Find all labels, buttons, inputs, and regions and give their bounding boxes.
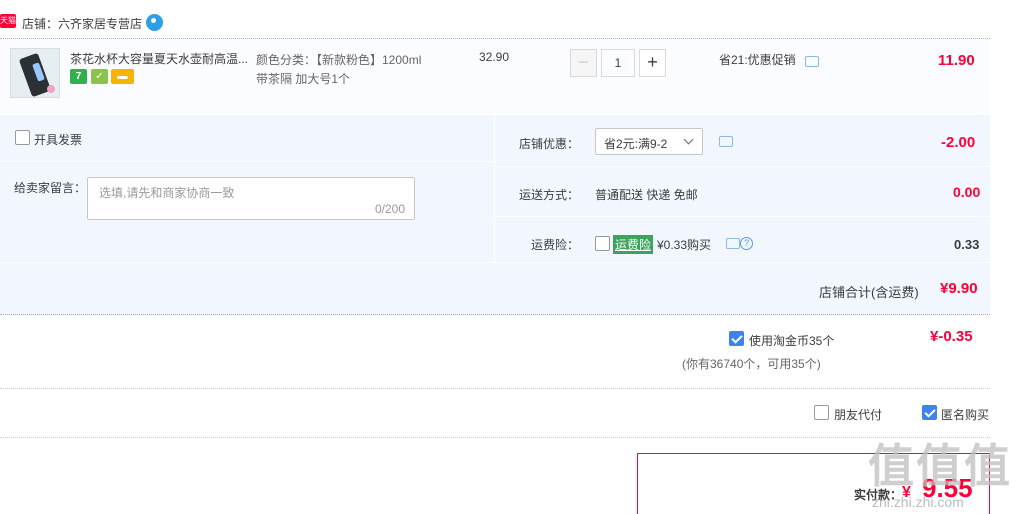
shop-name[interactable]: 店铺：六齐家居专营店 (22, 15, 142, 32)
help-icon[interactable]: ? (740, 237, 753, 250)
product-thumbnail[interactable] (10, 48, 60, 98)
watermark-url: zhi.zhi.zhi.com (872, 494, 964, 510)
comment-icon[interactable] (719, 136, 733, 147)
wangwang-chat-icon[interactable] (146, 14, 163, 31)
comment-icon[interactable] (805, 56, 819, 67)
message-counter: 0/200 (374, 202, 405, 216)
friend-pay-checkbox[interactable] (814, 405, 829, 420)
quantity-plus-button[interactable]: + (639, 49, 666, 77)
tmall-badge: 天猫 (0, 14, 16, 28)
invoice-label: 开具发票 (34, 133, 83, 147)
discount-label: 店铺优惠： (519, 137, 580, 151)
watermark-logo: 值值值 (868, 439, 1012, 493)
seven-day-return-icon: 7 (70, 69, 87, 84)
message-label: 给卖家留言： (14, 181, 87, 195)
comment-icon[interactable] (726, 238, 740, 249)
discount-amount: -2.00 (941, 134, 976, 151)
divider (495, 216, 990, 217)
product-title[interactable]: 茶花水杯大容量夏天水壶耐高温... (70, 50, 250, 67)
insurance-label: 运费险： (531, 238, 580, 252)
shipping-amount: 0.00 (953, 184, 981, 200)
guarantee-icon: ✓ (91, 69, 108, 84)
quantity-minus-button[interactable]: − (570, 49, 597, 77)
divider (495, 166, 990, 167)
item-total: 11.90 (938, 52, 975, 69)
coins-note: (你有36740个，可用35个) (682, 357, 821, 371)
insurance-checkbox[interactable] (595, 236, 610, 251)
message-input[interactable]: 选填,请先和商家协商一致 0/200 (87, 177, 415, 220)
insurance-desc: ¥0.33购买 (657, 238, 712, 252)
coins-checkbox[interactable] (729, 331, 744, 346)
unit-price: 32.90 (479, 50, 510, 64)
shipping-label: 运送方式： (519, 188, 580, 202)
chevron-down-icon (683, 134, 694, 145)
invoice-checkbox[interactable] (15, 130, 30, 145)
divider (0, 262, 990, 263)
quantity-input[interactable]: 1 (601, 49, 635, 77)
anonymous-checkbox[interactable] (922, 405, 937, 420)
sku-color: 颜色分类：【新款粉色】1200ml (256, 53, 422, 67)
subtotal-value: ¥9.90 (940, 280, 978, 297)
divider (494, 115, 495, 262)
message-placeholder: 选填,请先和商家协商一致 (99, 186, 235, 200)
anonymous-label: 匿名购买 (941, 408, 990, 422)
divider (0, 437, 990, 438)
discount-selected: 省2元:满9-2 (604, 137, 668, 151)
divider (0, 161, 494, 162)
subtotal-label: 店铺合计(含运费) (819, 285, 919, 300)
promotion-text: 省21:优惠促销 (719, 53, 796, 67)
discount-select[interactable]: 省2元:满9-2 (595, 128, 703, 155)
sku-extra: 带茶隔 加大号1个 (256, 72, 351, 86)
shipping-method: 普通配送 快递 免邮 (595, 188, 698, 202)
insurance-amount: 0.33 (954, 237, 980, 252)
credit-card-icon: ▬ (111, 69, 134, 84)
insurance-badge[interactable]: 运费险 (613, 235, 654, 254)
divider (0, 388, 990, 389)
friend-pay-label: 朋友代付 (834, 408, 883, 422)
quantity-stepper: − 1 + (570, 49, 666, 77)
coins-amount: ¥-0.35 (930, 328, 973, 345)
coins-label: 使用淘金币35个 (749, 334, 835, 348)
